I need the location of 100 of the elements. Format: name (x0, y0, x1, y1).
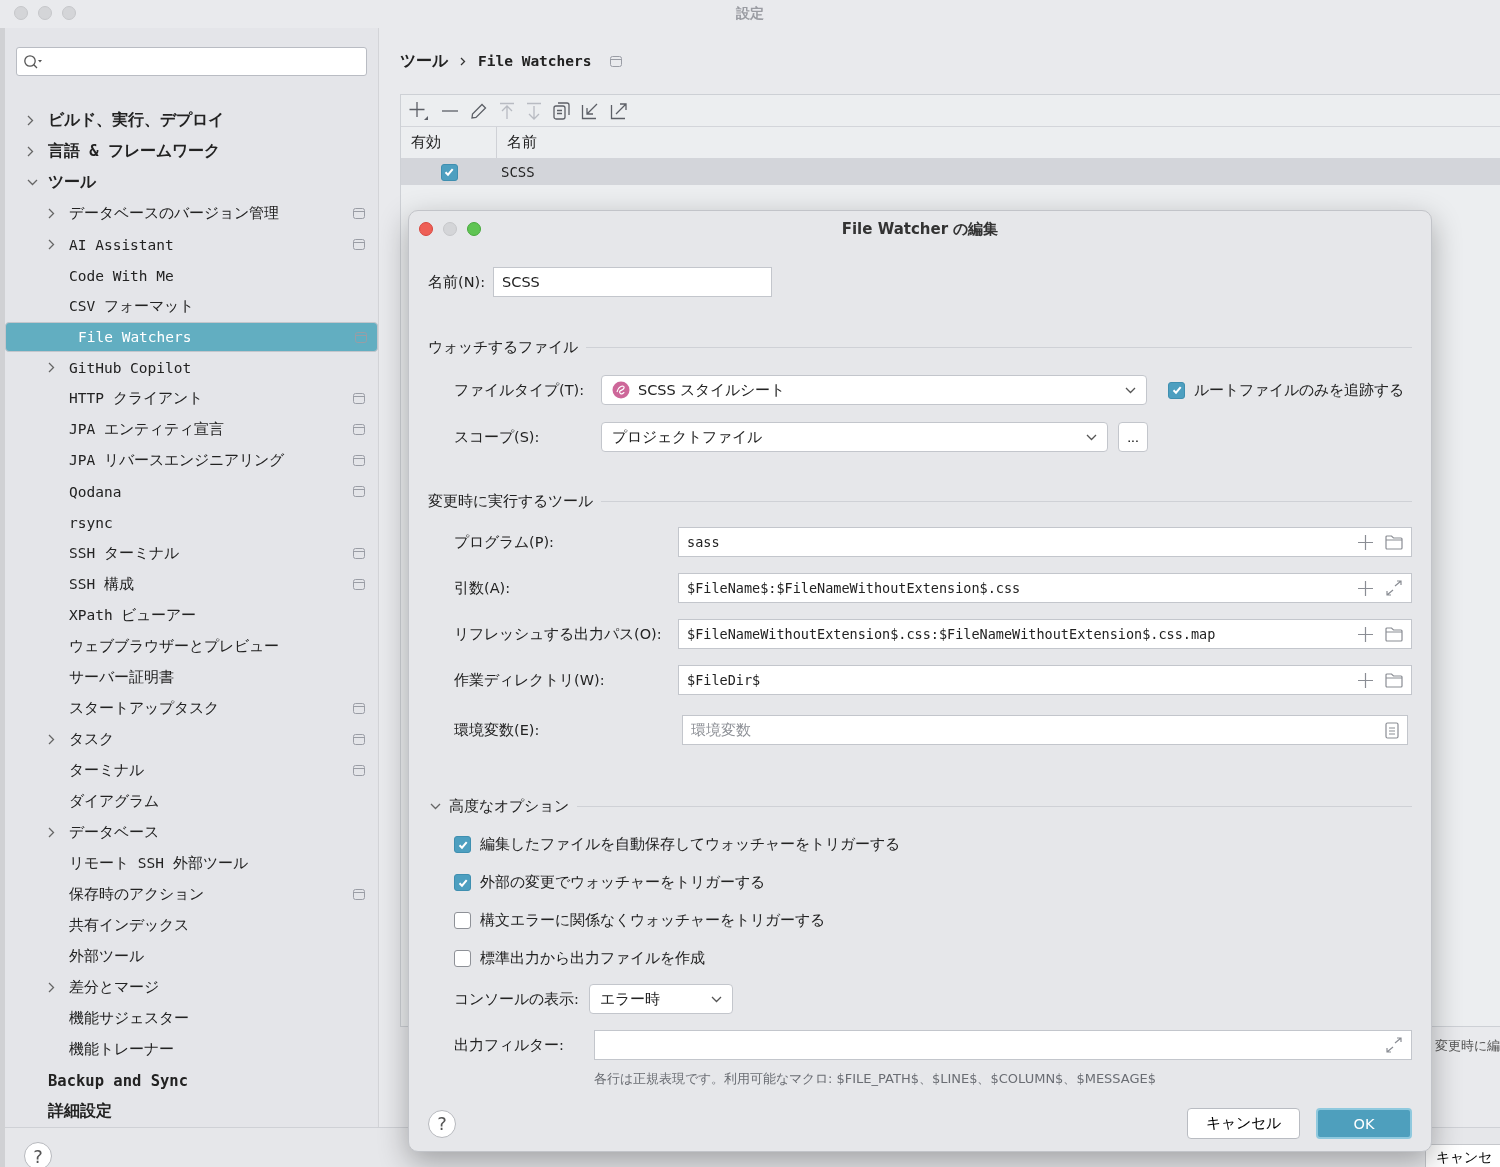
sidebar-item[interactable]: ウェブブラウザーとプレビュー (5, 631, 378, 662)
add-icon[interactable] (408, 99, 430, 122)
sidebar-item[interactable]: ビルド、実行、デプロイ (5, 105, 378, 136)
field-label: 環境変数(E): (454, 720, 541, 740)
console-dropdown[interactable]: エラー時 (588, 984, 733, 1014)
field-label: スコープ(S): (454, 427, 541, 447)
more-button[interactable]: ... (1118, 422, 1148, 452)
root-only-checkbox[interactable]: ルートファイルのみを追跡する (1168, 380, 1404, 400)
remove-icon[interactable] (441, 108, 459, 113)
section-title: 変更時に実行するツール (428, 492, 593, 511)
sidebar-item[interactable]: SSH ターミナル (5, 538, 378, 569)
text-field[interactable]: $FileName$:$FileNameWithoutExtension$.css (678, 573, 1412, 603)
name-field[interactable]: SCSS (493, 267, 773, 297)
table-cell-text: SCSS (500, 164, 535, 180)
plus-icon[interactable] (1358, 672, 1373, 688)
field-label: 作業ディレクトリ(W): (454, 670, 606, 690)
breadcrumb-item: File Watchers (478, 53, 592, 69)
plus-icon[interactable] (1358, 580, 1373, 596)
expand-icon[interactable] (1385, 1037, 1403, 1053)
sidebar-item[interactable]: 機能サジェスター (5, 1003, 378, 1034)
checkbox[interactable] (454, 950, 471, 967)
sidebar-item[interactable]: ツール (5, 167, 378, 198)
option-checkbox[interactable]: 標準出力から出力ファイルを作成 (454, 949, 1412, 968)
sass-icon (612, 381, 630, 399)
column-header[interactable]: 名前 (497, 133, 537, 152)
cancel-button[interactable]: キャンセ (1425, 1144, 1500, 1167)
option-checkbox[interactable]: 外部の変更でウォッチャーをトリガーする (454, 873, 1412, 892)
zoom-button[interactable] (467, 222, 481, 236)
text-field[interactable]: $FileNameWithoutExtension$.css:$FileNameWithoutExtension$.css.map (678, 619, 1412, 649)
checkbox[interactable] (1168, 381, 1185, 399)
close-button[interactable] (419, 222, 433, 236)
sidebar-item[interactable]: データベースのバージョン管理 (5, 198, 378, 229)
help-button[interactable]: ? (24, 1142, 52, 1167)
export-icon[interactable] (610, 101, 628, 120)
chevron-right-icon (460, 56, 466, 66)
sidebar-item[interactable]: スタートアップタスク (5, 693, 378, 724)
option-checkbox[interactable]: 構文エラーに関係なくウォッチャーをトリガーする (454, 911, 1412, 930)
column-header[interactable]: 有効 (401, 127, 497, 158)
file-type-dropdown[interactable]: SCSS スタイルシート (601, 375, 1147, 405)
copy-icon[interactable] (553, 101, 570, 120)
sidebar-item[interactable]: タスク (5, 724, 378, 755)
sidebar-item[interactable]: サーバー証明書 (5, 662, 378, 693)
breadcrumb-item: ツール (400, 50, 448, 72)
field-label: 引数(A): (454, 578, 512, 598)
document-icon[interactable] (1385, 721, 1399, 739)
text-field[interactable]: $FileDir$ (678, 665, 1412, 695)
sidebar-item[interactable]: XPath ビューアー (5, 600, 378, 631)
folder-icon[interactable] (1385, 626, 1403, 642)
help-button[interactable]: ? (428, 1109, 456, 1138)
folder-icon[interactable] (1385, 534, 1403, 550)
sidebar-item[interactable]: データベース (5, 817, 378, 848)
sidebar-item[interactable]: AI Assistant (5, 229, 378, 260)
text-field[interactable]: sass (678, 527, 1412, 557)
import-icon[interactable] (581, 101, 599, 120)
checkbox[interactable] (454, 912, 471, 929)
checkbox[interactable] (440, 163, 458, 181)
sidebar-item[interactable]: 言語 & フレームワーク (5, 136, 378, 167)
output-filter-field[interactable] (594, 1030, 1412, 1060)
field-label: 出力フィルター: (454, 1035, 565, 1055)
sidebar-item[interactable]: 差分とマージ (5, 972, 378, 1003)
option-checkbox[interactable]: 編集したファイルを自動保存してウォッチャーをトリガーする (454, 835, 1412, 854)
field-label: コンソールの表示: (454, 989, 579, 1009)
sidebar-item[interactable]: JPA リバースエンジニアリング (5, 445, 378, 476)
scope-dropdown[interactable]: プロジェクトファイル (601, 422, 1108, 452)
cancel-button[interactable]: キャンセル (1187, 1108, 1300, 1139)
sidebar-item[interactable]: HTTP クライアント (5, 383, 378, 414)
pencil-icon[interactable] (470, 101, 488, 120)
plus-icon[interactable] (1358, 626, 1373, 642)
sidebar-item[interactable]: CSV フォーマット (5, 291, 378, 322)
table-row[interactable]: SCSS (401, 159, 1500, 185)
description-text: 変更時に編 (1435, 1037, 1500, 1055)
checkbox[interactable] (454, 836, 471, 853)
sidebar-item[interactable]: Backup and Sync (5, 1065, 378, 1096)
sidebar-item[interactable]: 詳細設定 (5, 1096, 378, 1127)
sidebar-item[interactable]: リモート SSH 外部ツール (5, 848, 378, 879)
sidebar-item[interactable]: 外部ツール (5, 941, 378, 972)
caret-icon (1125, 386, 1136, 394)
caret-icon (710, 995, 722, 1003)
sidebar-item[interactable]: 保存時のアクション (5, 879, 378, 910)
sidebar-item[interactable]: 共有インデックス (5, 910, 378, 941)
sidebar-item[interactable]: ダイアグラム (5, 786, 378, 817)
sidebar-item[interactable]: Code With Me (5, 260, 378, 291)
sidebar-item[interactable]: rsync (5, 507, 378, 538)
checkbox[interactable] (454, 874, 471, 891)
caret-icon (1086, 433, 1097, 441)
sidebar-item[interactable]: 機能トレーナー (5, 1034, 378, 1065)
folder-icon[interactable] (1385, 672, 1403, 688)
expand-icon[interactable] (1385, 580, 1403, 596)
search-field[interactable] (16, 47, 367, 76)
window-title: 設定 (736, 5, 764, 23)
sidebar-item[interactable]: JPA エンティティ宣言 (5, 414, 378, 445)
sidebar-item[interactable]: GitHub Copilot (5, 352, 378, 383)
chevron-down-icon (430, 803, 441, 810)
sidebar-item[interactable]: Qodana (5, 476, 378, 507)
plus-icon[interactable] (1358, 534, 1373, 550)
field-label: 名前(N): (428, 272, 486, 292)
sidebar-item[interactable]: ターミナル (5, 755, 378, 786)
advanced-options-toggle[interactable]: 高度なオプション (428, 797, 569, 816)
check-icon (443, 166, 455, 178)
sidebar-item[interactable]: SSH 構成 (5, 569, 378, 600)
